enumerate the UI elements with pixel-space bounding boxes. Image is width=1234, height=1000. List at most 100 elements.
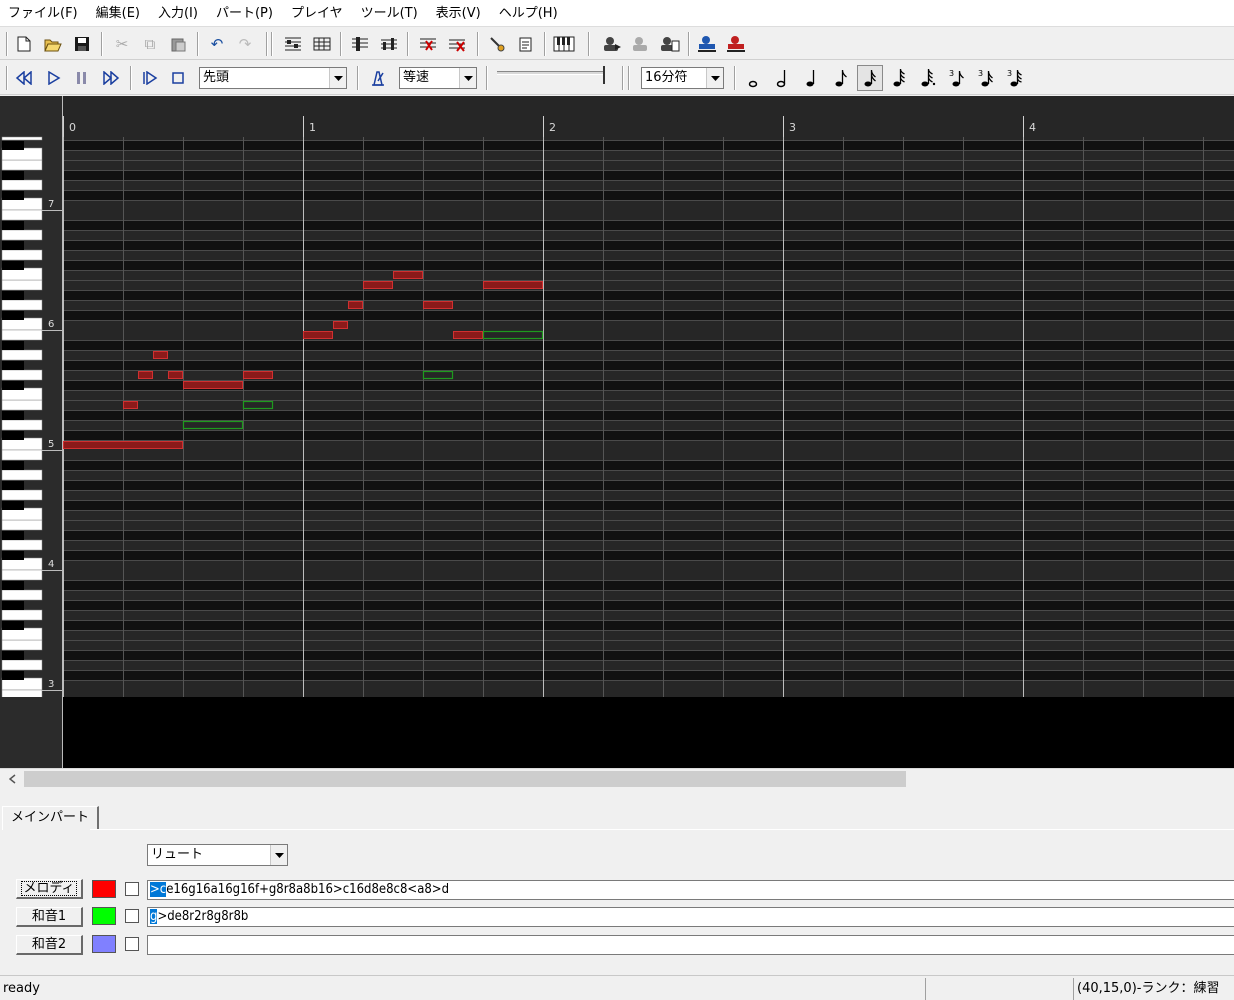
melody-mute-checkbox[interactable] bbox=[125, 882, 139, 896]
grid-row bbox=[63, 530, 1234, 540]
tempo-slider-track[interactable] bbox=[497, 71, 605, 75]
grid-row bbox=[63, 270, 1234, 280]
whole-note-icon[interactable] bbox=[740, 65, 766, 91]
grid-row bbox=[63, 660, 1234, 670]
insert-column-icon[interactable] bbox=[348, 32, 372, 56]
chord2-color-swatch[interactable] bbox=[92, 935, 116, 953]
triplet-sixteenth-note-icon[interactable]: 3 bbox=[973, 65, 999, 91]
grid-row bbox=[63, 570, 1234, 580]
rank-up-icon[interactable] bbox=[695, 32, 719, 56]
score-view-icon[interactable] bbox=[281, 32, 305, 56]
rank-alert-icon[interactable] bbox=[724, 32, 748, 56]
scroll-left-icon[interactable] bbox=[4, 771, 20, 787]
rewind-icon[interactable] bbox=[12, 66, 36, 90]
chord2-mml-input[interactable] bbox=[147, 935, 1234, 955]
scrollbar-thumb[interactable] bbox=[24, 771, 906, 787]
tab-main-part[interactable]: メインパート bbox=[2, 806, 100, 830]
melody-color-swatch[interactable] bbox=[92, 880, 116, 898]
stop-icon[interactable] bbox=[166, 66, 190, 90]
metronome-icon[interactable] bbox=[366, 66, 390, 90]
instrument-select[interactable]: リュート bbox=[147, 844, 288, 866]
grid-row bbox=[63, 480, 1234, 490]
melody-mml-selection: >c bbox=[150, 882, 167, 897]
menu-player[interactable]: プレイヤ bbox=[282, 0, 352, 27]
menu-tools[interactable]: ツール(T) bbox=[352, 0, 427, 27]
copy-icon[interactable]: ⧉ bbox=[138, 32, 162, 56]
speed-select[interactable]: 等速 bbox=[399, 67, 477, 89]
melody-note bbox=[63, 441, 183, 449]
grid-row bbox=[63, 160, 1234, 170]
fast-forward-icon[interactable] bbox=[99, 66, 123, 90]
horizontal-scrollbar[interactable] bbox=[0, 768, 1234, 788]
insert-chord-icon[interactable] bbox=[377, 32, 401, 56]
grid-row bbox=[63, 460, 1234, 470]
black-key bbox=[2, 241, 24, 250]
white-key bbox=[1, 179, 43, 191]
quantize-select[interactable]: 16分符 bbox=[641, 67, 724, 89]
melody-part-button[interactable]: メロディ bbox=[16, 879, 83, 899]
cut-icon[interactable]: ✂ bbox=[110, 32, 134, 56]
black-key bbox=[2, 261, 24, 270]
measure-label: 0 bbox=[69, 121, 76, 134]
white-key bbox=[1, 136, 43, 141]
piano-keys[interactable]: 7 6 5 4 3 bbox=[0, 96, 63, 768]
chord1-mute-checkbox[interactable] bbox=[125, 909, 139, 923]
chevron-down-icon bbox=[706, 68, 723, 88]
user-play-icon[interactable] bbox=[600, 32, 624, 56]
undo-icon[interactable]: ↶ bbox=[205, 32, 229, 56]
grid-row bbox=[63, 290, 1234, 300]
open-folder-icon[interactable] bbox=[41, 32, 65, 56]
quarter-note-icon[interactable] bbox=[798, 65, 824, 91]
keyboard-icon[interactable] bbox=[552, 32, 576, 56]
delete-chord-icon[interactable] bbox=[445, 32, 469, 56]
chord2-part-button[interactable]: 和音2 bbox=[16, 935, 83, 955]
note-grid[interactable] bbox=[63, 137, 1234, 697]
delete-column-icon[interactable] bbox=[416, 32, 440, 56]
piano-keyboard[interactable]: 7 6 5 4 3 bbox=[0, 96, 63, 768]
position-select[interactable]: 先頭 bbox=[199, 67, 347, 89]
black-key bbox=[2, 221, 24, 230]
play-icon[interactable] bbox=[42, 66, 66, 90]
grid-view-icon[interactable] bbox=[310, 32, 334, 56]
save-disk-icon[interactable] bbox=[70, 32, 94, 56]
menu-file[interactable]: ファイル(F) bbox=[0, 0, 87, 27]
chord2-mute-checkbox[interactable] bbox=[125, 937, 139, 951]
menu-help[interactable]: ヘルプ(H) bbox=[490, 0, 567, 27]
user-ghost-icon[interactable] bbox=[629, 32, 653, 56]
new-file-icon[interactable] bbox=[12, 32, 36, 56]
melody-note bbox=[243, 371, 273, 379]
triplet-eighth-note-icon[interactable]: 3 bbox=[944, 65, 970, 91]
chord1-color-swatch[interactable] bbox=[92, 907, 116, 925]
tab-divider bbox=[90, 829, 1234, 830]
thirtysecond-note-icon[interactable] bbox=[886, 65, 912, 91]
chord1-part-button[interactable]: 和音1 bbox=[16, 907, 83, 927]
menu-edit[interactable]: 編集(E) bbox=[87, 0, 149, 27]
half-note-icon[interactable] bbox=[769, 65, 795, 91]
eighth-note-icon[interactable] bbox=[828, 65, 854, 91]
black-key bbox=[2, 551, 24, 560]
document-edit-icon[interactable] bbox=[514, 32, 538, 56]
tempo-slider-thumb[interactable] bbox=[599, 66, 605, 84]
paste-icon[interactable] bbox=[166, 32, 190, 56]
triplet-thirtysecond-note-icon[interactable]: 3 bbox=[1002, 65, 1028, 91]
melody-note bbox=[393, 271, 423, 279]
measure-ruler[interactable]: 0 1 2 3 4 bbox=[63, 96, 1234, 137]
redo-icon[interactable]: ↷ bbox=[233, 32, 257, 56]
white-key bbox=[1, 449, 43, 461]
chord1-mml-input[interactable]: g>de8r2r8g8r8b bbox=[147, 907, 1234, 927]
sixteenth-note-icon[interactable] bbox=[857, 65, 883, 91]
melody-part-label: メロディ bbox=[21, 881, 77, 896]
dotted-note-icon[interactable] bbox=[915, 65, 941, 91]
menu-input[interactable]: 入力(I) bbox=[149, 0, 207, 27]
toolbar-separator bbox=[340, 32, 342, 56]
menu-part[interactable]: パート(P) bbox=[207, 0, 282, 27]
piano-roll[interactable]: 7 6 5 4 3 0 1 2 3 4 bbox=[0, 96, 1234, 768]
menu-view[interactable]: 表示(V) bbox=[427, 0, 490, 27]
pause-icon[interactable] bbox=[70, 66, 94, 90]
toolbar-separator bbox=[688, 32, 690, 56]
user-list-icon[interactable] bbox=[658, 32, 682, 56]
grid-row bbox=[63, 150, 1234, 160]
melody-mml-input[interactable]: >ce16g16a16g16f+g8r8a8b16>c16d8e8c8<a8>d bbox=[147, 880, 1234, 900]
play-from-icon[interactable] bbox=[138, 66, 162, 90]
brush-icon[interactable] bbox=[485, 32, 509, 56]
